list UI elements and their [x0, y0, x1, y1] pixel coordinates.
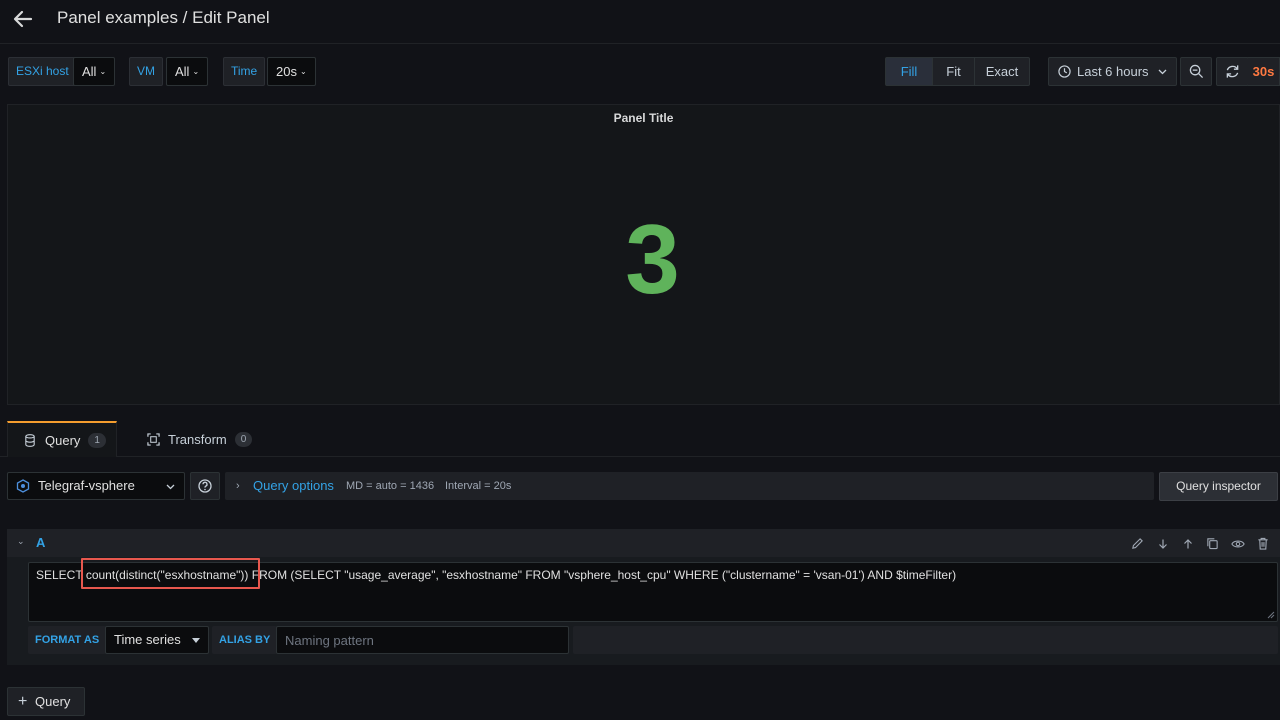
variable-label-esxi-host: ESXi host [8, 57, 77, 86]
sql-prefix: SELECT [36, 568, 86, 582]
move-up-icon[interactable] [1180, 536, 1195, 551]
caret-down-icon [192, 638, 200, 643]
refresh-interval-picker[interactable]: 30s [1248, 57, 1280, 86]
tab-query-count: 1 [88, 432, 106, 448]
datasource-picker[interactable]: Telegraf-vsphere [7, 472, 185, 500]
chevron-down-icon: ⌄ [99, 67, 107, 76]
query-row-actions [1130, 536, 1270, 551]
variable-value-esxi-host: All [82, 64, 97, 79]
eye-icon[interactable] [1230, 536, 1245, 551]
time-range-picker[interactable]: Last 6 hours [1048, 57, 1177, 86]
arrow-left-icon [13, 10, 33, 28]
datasource-name: Telegraf-vsphere [38, 478, 135, 493]
refresh-icon [1226, 65, 1239, 78]
query-ref-id[interactable]: A [36, 535, 45, 550]
chevron-down-icon [166, 484, 175, 490]
tab-transform-label: Transform [168, 431, 227, 447]
page-title: Panel examples / Edit Panel [57, 8, 270, 27]
format-as-select[interactable]: Time series [105, 626, 209, 654]
tab-transform[interactable]: Transform 0 [147, 421, 253, 457]
format-as-label: FORMAT AS [28, 626, 107, 654]
refresh-button[interactable] [1216, 57, 1249, 86]
panel-preview: Panel Title 3 [7, 104, 1280, 405]
annotation-highlight-box [81, 558, 260, 589]
query-options-md: MD = auto = 1436 [346, 480, 435, 492]
variable-value-vm: All [175, 64, 190, 79]
back-button[interactable] [10, 6, 36, 32]
datasource-icon [16, 479, 30, 493]
add-query-label: Query [35, 694, 71, 709]
tab-query-label: Query [45, 432, 81, 448]
variable-value-time: 20s [276, 64, 297, 79]
query-options-interval: Interval = 20s [445, 480, 512, 492]
transform-icon [147, 432, 160, 446]
resize-handle-icon[interactable] [1267, 611, 1275, 619]
tab-transform-count: 0 [234, 431, 253, 447]
zoom-out-icon [1189, 64, 1203, 79]
trash-icon[interactable] [1255, 536, 1270, 551]
sql-suffix: FROM (SELECT "usage_average", "esxhostna… [248, 568, 957, 582]
panel-title[interactable]: Panel Title [8, 111, 1279, 125]
stat-value: 3 [625, 204, 680, 314]
alias-by-label: ALIAS BY [212, 626, 278, 654]
add-query-button[interactable]: + Query [7, 687, 85, 716]
query-inspector-button[interactable]: Query inspector [1159, 472, 1278, 501]
variable-label-vm: VM [129, 57, 163, 86]
view-mode-fill[interactable]: Fill [886, 58, 933, 85]
query-options-bar[interactable]: › Query options MD = auto = 1436 Interva… [225, 472, 1154, 500]
move-down-icon[interactable] [1155, 536, 1170, 551]
time-range-label: Last 6 hours [1077, 64, 1149, 79]
plus-icon: + [18, 693, 28, 710]
clock-icon [1058, 65, 1071, 78]
chevron-down-icon: ⌄ [299, 67, 307, 76]
query-row-header: ⌄ A [7, 529, 1280, 557]
query-options-label: Query options [253, 478, 334, 493]
variable-select-time[interactable]: 20s ⌄ [267, 57, 316, 86]
alias-by-input[interactable] [276, 626, 569, 654]
view-mode-toggle: Fill Fit Exact [885, 57, 1030, 86]
variable-select-esxi-host[interactable]: All ⌄ [73, 57, 116, 86]
zoom-out-button[interactable] [1180, 57, 1212, 86]
question-circle-icon [198, 479, 212, 493]
tab-query[interactable]: Query 1 [7, 421, 117, 457]
copy-icon[interactable] [1205, 536, 1220, 551]
chevron-down-icon [1158, 69, 1167, 75]
chevron-right-icon: › [236, 480, 240, 492]
help-button[interactable] [190, 472, 220, 500]
format-as-value: Time series [114, 632, 181, 647]
edit-icon[interactable] [1130, 536, 1145, 551]
chevron-down-icon: ⌄ [192, 67, 200, 76]
top-header: Panel examples / Edit Panel [0, 0, 1280, 44]
variable-select-vm[interactable]: All ⌄ [166, 57, 209, 86]
collapse-chevron-icon[interactable]: ⌄ [17, 536, 25, 547]
alias-row-filler [573, 626, 1278, 654]
view-mode-fit[interactable]: Fit [933, 58, 975, 85]
view-mode-exact[interactable]: Exact [975, 58, 1029, 85]
database-icon [25, 433, 35, 447]
variable-label-time: Time [223, 57, 266, 86]
